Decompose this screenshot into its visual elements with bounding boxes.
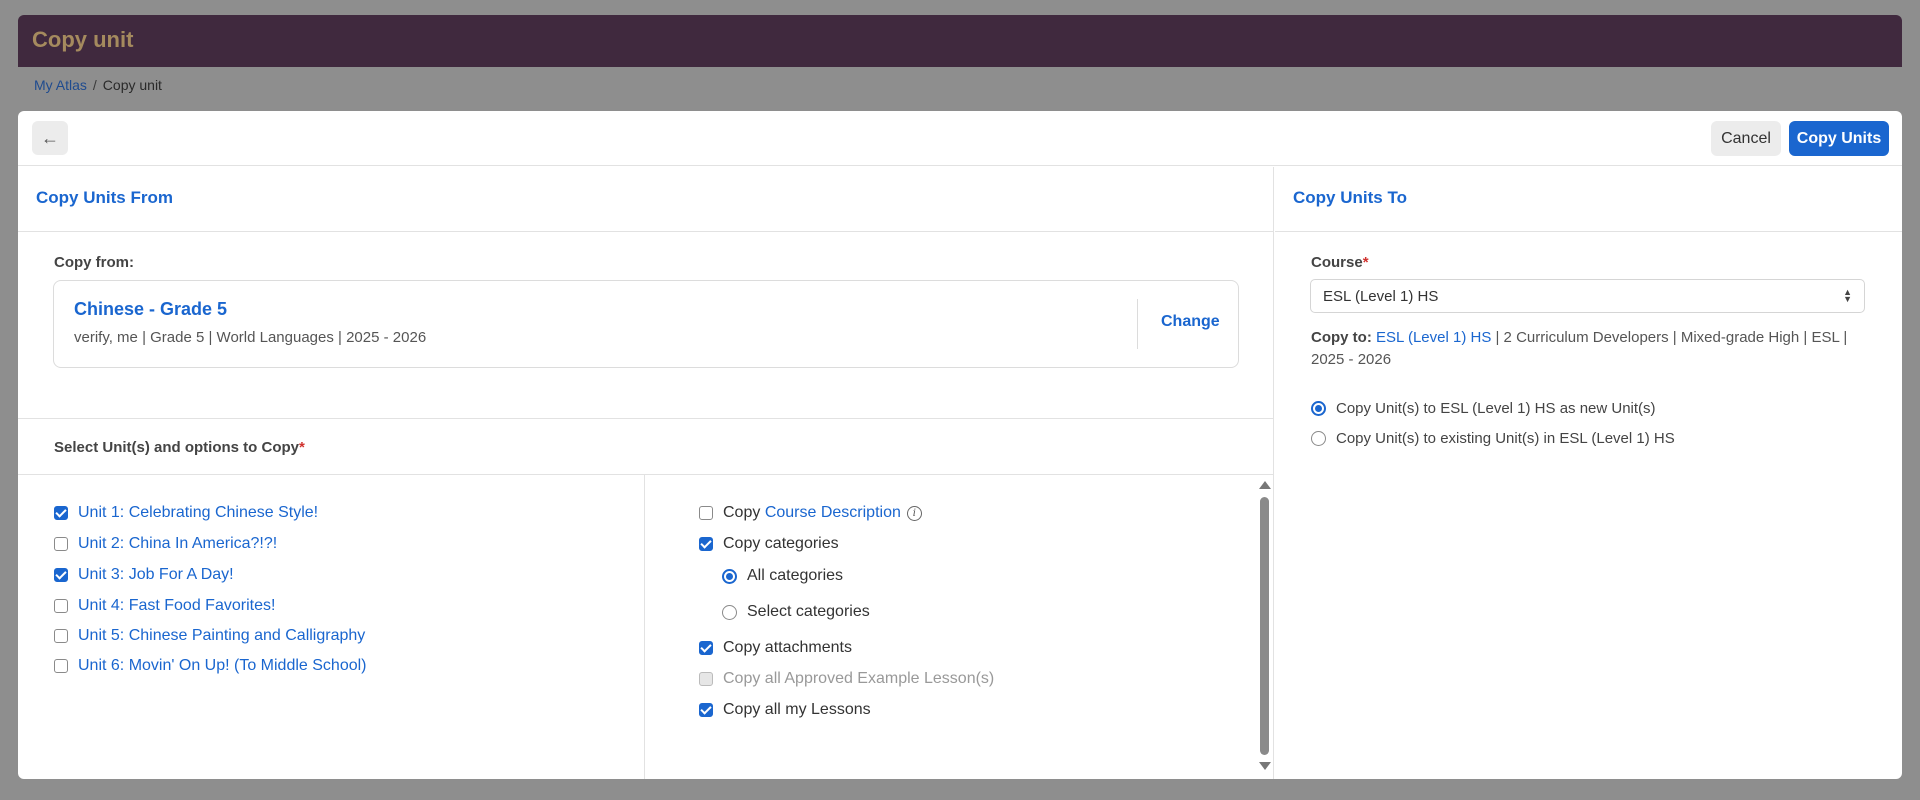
source-course-title[interactable]: Chinese - Grade 5 <box>74 299 227 320</box>
copy-from-header: Copy Units From <box>18 167 1273 232</box>
unit-item[interactable]: Unit 5: Chinese Painting and Calligraphy <box>54 627 365 645</box>
copy-to-label: Copy to: <box>1311 329 1372 346</box>
copy-to-existing-label: Copy Unit(s) to existing Unit(s) in ESL … <box>1336 430 1675 447</box>
copy-my-lessons-option[interactable]: Copy all my Lessons <box>699 701 871 719</box>
copy-as-new-radio[interactable] <box>1311 401 1326 416</box>
scroll-up-icon[interactable] <box>1259 481 1271 489</box>
info-icon[interactable]: i <box>906 505 922 521</box>
all-categories-label: All categories <box>747 567 844 584</box>
copy-to-title: Copy Units To <box>1293 188 1407 207</box>
source-course-card: Chinese - Grade 5 verify, me | Grade 5 |… <box>53 280 1239 368</box>
unit-label[interactable]: Unit 2: China In America?!?! <box>78 535 277 553</box>
copy-attachments-option[interactable]: Copy attachments <box>699 639 852 657</box>
copy-categories-checkbox[interactable] <box>699 537 713 551</box>
course-label: Course* <box>1311 254 1369 271</box>
unit-item[interactable]: Unit 4: Fast Food Favorites! <box>54 597 275 615</box>
unit-item[interactable]: Unit 2: China In America?!?! <box>54 535 277 553</box>
course-select-value: ESL (Level 1) HS <box>1323 287 1439 305</box>
breadcrumb-separator: / <box>92 77 97 93</box>
units-list: Unit 1: Celebrating Chinese Style! Unit … <box>18 475 645 779</box>
unit-checkbox[interactable] <box>54 599 68 613</box>
copy-unit-modal: ← Cancel Copy Units Copy Units From Copy… <box>18 111 1902 779</box>
select-units-header: Select Unit(s) and options to Copy* <box>18 418 1273 475</box>
cancel-button[interactable]: Cancel <box>1711 121 1781 156</box>
copy-from-column: Copy Units From Copy from: Chinese - Gra… <box>18 167 1274 779</box>
course-description-link[interactable]: Course Description <box>765 504 901 522</box>
copy-attachments-label: Copy attachments <box>723 639 852 656</box>
copy-my-lessons-checkbox[interactable] <box>699 703 713 717</box>
course-select[interactable]: ESL (Level 1) HS ▲ ▼ <box>1310 279 1865 313</box>
select-units-label-text: Select Unit(s) and options to Copy <box>54 439 300 456</box>
scroll-thumb[interactable] <box>1260 497 1269 755</box>
unit-item[interactable]: Unit 6: Movin' On Up! (To Middle School) <box>54 657 367 675</box>
course-label-text: Course <box>1311 254 1363 271</box>
options-scrollbar[interactable] <box>1256 475 1272 779</box>
unit-label[interactable]: Unit 4: Fast Food Favorites! <box>78 597 275 615</box>
copy-options-list: Copy Course Description i Copy categorie… <box>646 475 1274 779</box>
unit-checkbox[interactable] <box>54 506 68 520</box>
all-categories-option[interactable]: All categories <box>722 567 843 585</box>
select-categories-label: Select categories <box>747 603 870 620</box>
unit-label[interactable]: Unit 5: Chinese Painting and Calligraphy <box>78 627 365 645</box>
unit-label[interactable]: Unit 1: Celebrating Chinese Style! <box>78 504 318 522</box>
copy-to-summary: Copy to: ESL (Level 1) HS | 2 Curriculum… <box>1311 327 1871 371</box>
select-arrows-icon: ▲ ▼ <box>1843 287 1852 304</box>
source-course-meta: verify, me | Grade 5 | World Languages |… <box>74 329 427 346</box>
copy-from-label: Copy from: <box>54 254 134 271</box>
copy-to-course-link[interactable]: ESL (Level 1) HS <box>1376 329 1491 346</box>
select-categories-option[interactable]: Select categories <box>722 603 870 621</box>
breadcrumb-current: Copy unit <box>102 77 162 93</box>
copy-categories-label: Copy categories <box>723 535 839 552</box>
copy-units-button[interactable]: Copy Units <box>1789 121 1889 156</box>
required-marker: * <box>1362 254 1369 271</box>
scroll-down-icon[interactable] <box>1259 762 1271 770</box>
copy-my-lessons-label: Copy all my Lessons <box>723 701 871 718</box>
copy-description-prefix: Copy <box>723 504 761 521</box>
copy-categories-option[interactable]: Copy categories <box>699 535 839 553</box>
copy-to-header: Copy Units To <box>1275 167 1902 232</box>
unit-item[interactable]: Unit 1: Celebrating Chinese Style! <box>54 504 318 522</box>
page-title: Copy unit <box>32 27 134 52</box>
unit-item[interactable]: Unit 3: Job For A Day! <box>54 566 234 584</box>
change-button[interactable]: Change <box>1161 313 1220 331</box>
card-divider <box>1137 299 1138 349</box>
copy-to-existing-option[interactable]: Copy Unit(s) to existing Unit(s) in ESL … <box>1311 430 1675 447</box>
copy-approved-lessons-label: Copy all Approved Example Lesson(s) <box>723 670 995 687</box>
copy-description-option[interactable]: Copy Course Description i <box>699 504 922 522</box>
unit-checkbox[interactable] <box>54 568 68 582</box>
back-button[interactable]: ← <box>32 121 68 155</box>
copy-to-existing-radio[interactable] <box>1311 431 1326 446</box>
copy-description-checkbox[interactable] <box>699 506 713 520</box>
copy-attachments-checkbox[interactable] <box>699 641 713 655</box>
unit-checkbox[interactable] <box>54 537 68 551</box>
breadcrumb: My Atlas / Copy unit <box>34 77 162 93</box>
unit-checkbox[interactable] <box>54 659 68 673</box>
all-categories-radio[interactable] <box>722 568 737 584</box>
copy-approved-lessons-option: Copy all Approved Example Lesson(s) <box>699 670 994 688</box>
copy-to-column: Copy Units To Course* ESL (Level 1) HS ▲… <box>1275 167 1902 779</box>
copy-as-new-option[interactable]: Copy Unit(s) to ESL (Level 1) HS as new … <box>1311 400 1656 417</box>
breadcrumb-bar: My Atlas / Copy unit <box>18 67 1902 111</box>
unit-checkbox[interactable] <box>54 629 68 643</box>
required-marker: * <box>299 439 305 456</box>
arrow-left-icon: ← <box>41 127 59 148</box>
unit-label[interactable]: Unit 3: Job For A Day! <box>78 566 234 584</box>
copy-from-title: Copy Units From <box>36 188 173 207</box>
modal-toolbar: ← Cancel Copy Units <box>18 111 1902 166</box>
unit-label[interactable]: Unit 6: Movin' On Up! (To Middle School) <box>78 657 367 675</box>
breadcrumb-home-link[interactable]: My Atlas <box>34 77 87 93</box>
select-categories-radio[interactable] <box>722 604 737 620</box>
app-header: Copy unit <box>18 15 1902 67</box>
copy-as-new-label: Copy Unit(s) to ESL (Level 1) HS as new … <box>1336 400 1656 417</box>
select-units-label: Select Unit(s) and options to Copy* <box>54 439 305 456</box>
copy-approved-lessons-checkbox <box>699 672 713 686</box>
